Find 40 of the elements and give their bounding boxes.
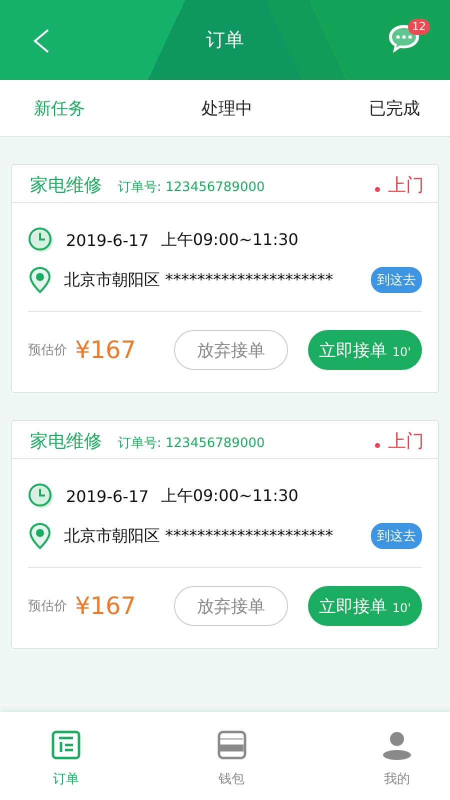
list-icon (51, 730, 81, 760)
service-date: 2019-6-17 (66, 486, 149, 506)
price-label: 预估价 (28, 342, 67, 359)
price-label: 预估价 (28, 598, 67, 615)
dot-icon (375, 187, 380, 192)
accept-button[interactable]: 立即接单 10' (308, 330, 422, 370)
clock-icon (28, 483, 54, 509)
message-count-badge: 12 (408, 19, 430, 35)
service-date: 2019-6-17 (66, 230, 149, 250)
service-time: 上午09:00~11:30 (160, 486, 298, 506)
person-icon (382, 730, 412, 760)
nav-tab[interactable]: 订单 (43, 712, 89, 800)
tab[interactable]: 处理中 (202, 90, 252, 126)
tab[interactable]: 已完成 (369, 90, 420, 126)
service-category: 家电维修 (30, 430, 102, 453)
navigate-button[interactable]: 到这去 (371, 267, 422, 293)
estimated-price: ¥167 (75, 592, 138, 620)
order-number: 订单号: 123456789000 (118, 179, 266, 196)
service-type: 上门 (388, 174, 424, 197)
navigate-button[interactable]: 到这去 (371, 523, 422, 549)
clock-icon (28, 227, 54, 253)
page-title: 订单 (206, 28, 244, 53)
wallet-icon (216, 730, 246, 760)
service-time: 上午09:00~11:30 (160, 230, 298, 250)
service-category: 家电维修 (30, 174, 102, 197)
dot-icon (375, 443, 380, 448)
nav-tab[interactable]: 钱包 (208, 712, 254, 800)
accept-button[interactable]: 立即接单 10' (308, 586, 422, 626)
tab[interactable]: 新任务 (34, 90, 85, 126)
order-number: 订单号: 123456789000 (118, 435, 266, 452)
estimated-price: ¥167 (75, 336, 138, 364)
back-icon[interactable] (32, 28, 50, 54)
location-pin-icon (28, 266, 52, 294)
nav-tab[interactable]: 我的 (374, 712, 420, 800)
address: 北京市朝阳区 ********************* (64, 270, 334, 290)
service-type: 上门 (388, 430, 424, 453)
decline-button[interactable]: 放弃接单 (174, 330, 288, 370)
decline-button[interactable]: 放弃接单 (174, 586, 288, 626)
address: 北京市朝阳区 ********************* (64, 526, 334, 546)
location-pin-icon (28, 522, 52, 550)
